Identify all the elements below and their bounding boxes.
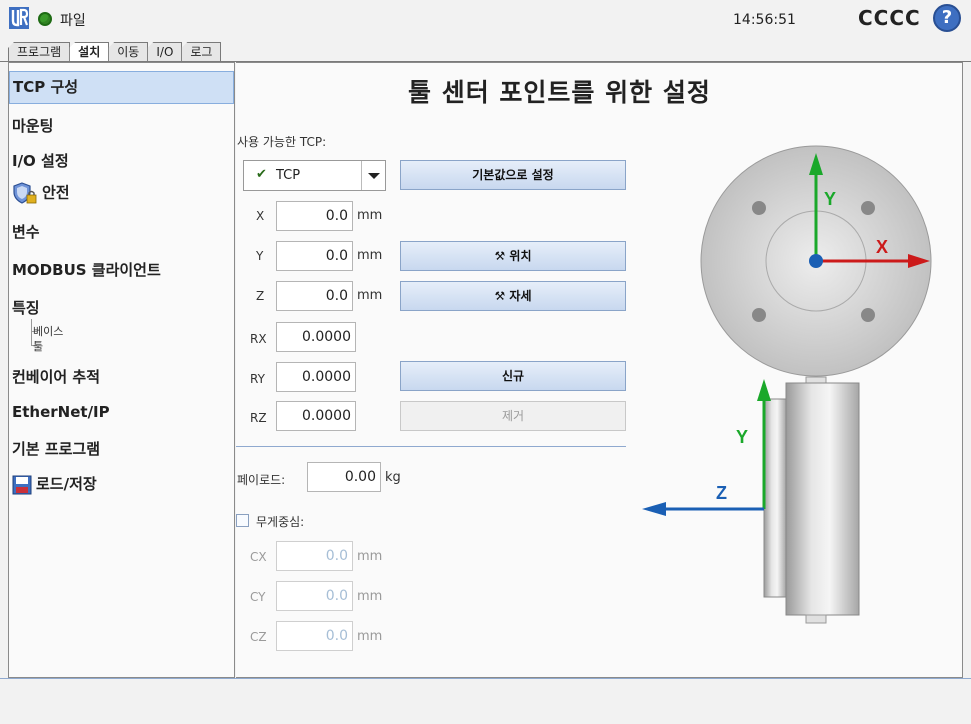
rz-label: RZ	[250, 411, 267, 425]
shield-lock-icon	[13, 182, 37, 204]
z-axis-arrowhead	[642, 502, 666, 516]
cy-unit: mm	[357, 589, 383, 604]
tcp-origin-dot	[809, 254, 823, 268]
sidebar-item-load-save[interactable]: 로드/저장	[9, 473, 234, 495]
tab-program[interactable]: 프로그램	[8, 42, 71, 62]
cx-unit: mm	[357, 549, 383, 564]
cy-label: CY	[250, 590, 266, 604]
payload-label: 페이로드:	[237, 473, 286, 487]
sidebar-item-ethernet-ip[interactable]: EtherNet/IP	[9, 403, 234, 421]
orientation-button-label: 자세	[509, 289, 532, 303]
z-unit: mm	[357, 288, 383, 303]
tcp-y-field[interactable]: 0.0	[276, 241, 353, 271]
tab-io[interactable]: I/O	[147, 42, 183, 62]
separator	[236, 446, 626, 447]
tab-installation[interactable]: 설치	[69, 42, 110, 62]
sidebar-item-conveyor-tracking[interactable]: 컨베이어 추적	[9, 366, 234, 387]
help-button[interactable]: ?	[933, 4, 961, 32]
y-unit: mm	[357, 248, 383, 263]
tcp-rz-field[interactable]: 0.0000	[276, 401, 356, 431]
sidebar-subitem-base[interactable]: 베이스	[23, 323, 63, 339]
main-tabs: 프로그램 설치 이동 I/O 로그	[8, 42, 222, 62]
flange-pin	[805, 614, 827, 624]
file-menu[interactable]: 파일	[60, 10, 86, 30]
sidebar-subitem-tool[interactable]: 툴	[23, 338, 43, 354]
x-label: X	[256, 209, 265, 223]
side-y-axis-arrowhead	[757, 379, 771, 401]
ry-label: RY	[250, 372, 265, 386]
sidebar-item-variables[interactable]: 변수	[9, 221, 234, 242]
wand-icon: ⚒	[494, 289, 506, 303]
rx-label: RX	[250, 332, 267, 346]
tab-move[interactable]: 이동	[108, 42, 149, 62]
tcp-select[interactable]: ✔ TCP	[243, 160, 386, 191]
robot-status-icon[interactable]	[38, 12, 52, 26]
flange-side-view	[785, 382, 860, 616]
wand-icon: ⚒	[494, 249, 506, 263]
page-title: 툴 센터 포인트를 위한 설정	[408, 78, 711, 107]
flange-side-collar	[763, 398, 787, 598]
cog-cy-field[interactable]: 0.0	[276, 581, 353, 611]
set-default-button[interactable]: 기본값으로 설정	[400, 160, 626, 190]
tcp-config-panel: 툴 센터 포인트를 위한 설정 사용 가능한 TCP: ✔ TCP 기본값으로 …	[236, 62, 963, 678]
clock: 14:56:51	[733, 12, 796, 28]
y-axis-label: Y	[824, 189, 836, 209]
bolt-hole	[752, 201, 766, 215]
position-button[interactable]: ⚒ 위치	[400, 241, 626, 271]
cog-label: 무게중심:	[256, 515, 305, 529]
tcp-x-field[interactable]: 0.0	[276, 201, 353, 231]
floppy-disk-icon	[12, 475, 32, 494]
sidebar-item-features[interactable]: 특징	[9, 297, 234, 318]
sidebar-item-safety[interactable]: 안전	[9, 181, 234, 205]
sidebar-item-load-save-label: 로드/저장	[36, 475, 97, 493]
bolt-hole	[861, 308, 875, 322]
tool-flange-diagram: Y X Y Z	[642, 145, 932, 624]
top-bar: 파일 14:56:51 CCCC ?	[0, 0, 971, 38]
payload-field[interactable]: 0.00	[307, 462, 381, 492]
robot-name: CCCC	[858, 6, 921, 30]
sidebar-item-io-setup[interactable]: I/O 설정	[9, 150, 234, 171]
tcp-select-value: TCP	[276, 168, 301, 183]
bolt-hole	[752, 308, 766, 322]
checkmark-icon: ✔	[256, 167, 267, 182]
cog-checkbox[interactable]	[236, 514, 249, 527]
tab-log[interactable]: 로그	[181, 42, 222, 62]
x-axis-label: X	[876, 237, 888, 257]
sidebar-item-tcp-config[interactable]: TCP 구성	[9, 71, 234, 104]
tcp-z-field[interactable]: 0.0	[276, 281, 353, 311]
cx-label: CX	[250, 550, 267, 564]
available-tcp-label: 사용 가능한 TCP:	[237, 135, 327, 149]
payload-unit: kg	[385, 470, 401, 485]
footer-divider	[0, 678, 971, 679]
side-y-axis-label: Y	[736, 427, 748, 447]
sidebar-item-default-program[interactable]: 기본 프로그램	[9, 438, 234, 459]
position-button-label: 위치	[509, 249, 532, 263]
ur-logo-icon	[9, 7, 29, 29]
z-label: Z	[256, 289, 265, 303]
sidebar-item-safety-label: 안전	[42, 183, 70, 202]
tcp-ry-field[interactable]: 0.0000	[276, 362, 356, 392]
y-label: Y	[256, 249, 264, 263]
sidebar-item-mounting[interactable]: 마운팅	[9, 115, 234, 136]
x-unit: mm	[357, 208, 383, 223]
cz-label: CZ	[250, 630, 267, 644]
cog-cz-field[interactable]: 0.0	[276, 621, 353, 651]
cog-cx-field[interactable]: 0.0	[276, 541, 353, 571]
new-tcp-button[interactable]: 신규	[400, 361, 626, 391]
tcp-rx-field[interactable]: 0.0000	[276, 322, 356, 352]
chevron-down-icon[interactable]	[361, 161, 385, 190]
sidebar: TCP 구성 마운팅 I/O 설정 안전 변수 MODBUS 클라이언트 특징 …	[8, 62, 235, 678]
z-axis-label: Z	[716, 483, 727, 503]
sidebar-item-modbus[interactable]: MODBUS 클라이언트	[9, 259, 234, 280]
remove-tcp-button[interactable]: 제거	[400, 401, 626, 431]
cz-unit: mm	[357, 629, 383, 644]
orientation-button[interactable]: ⚒ 자세	[400, 281, 626, 311]
bolt-hole	[861, 201, 875, 215]
